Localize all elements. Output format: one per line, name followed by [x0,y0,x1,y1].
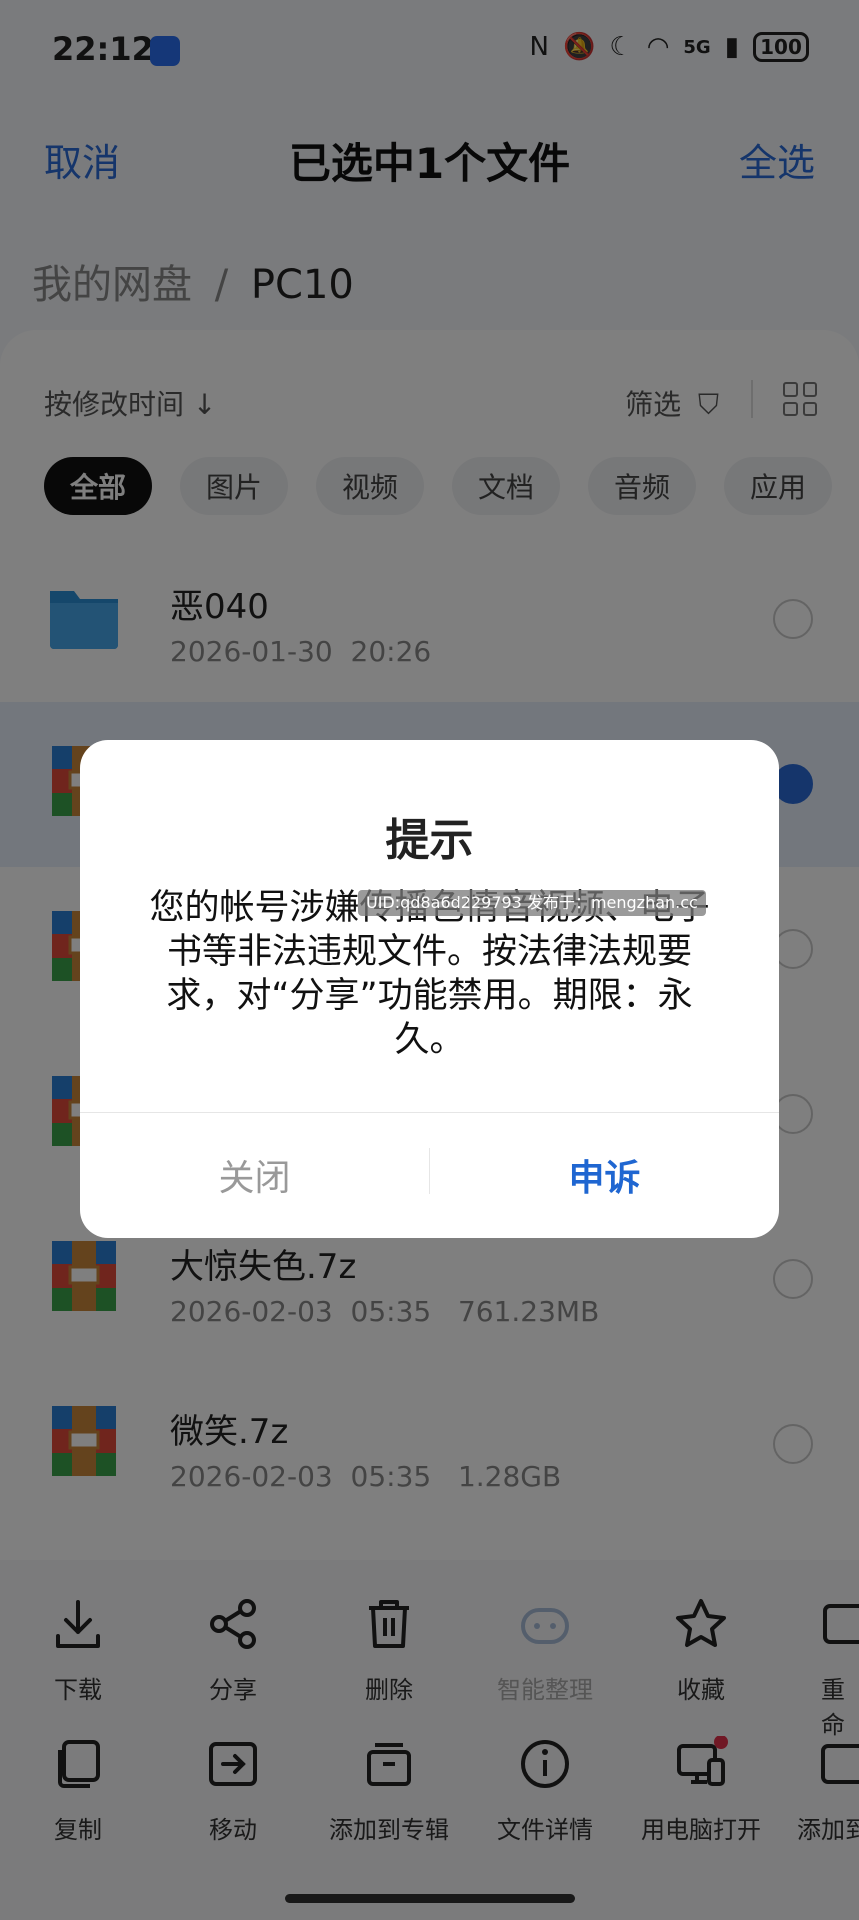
alert-dialog: 提示 您的帐号涉嫌传播色情音视频、电子书等非法违规文件。按法律法规要求，对“分享… [80,740,779,1238]
watermark: UID:qd8a6d229793 发布于：mengzhan.cc [358,890,706,916]
close-button[interactable]: 关闭 [80,1112,429,1238]
dialog-title: 提示 [385,815,474,866]
appeal-button[interactable]: 申诉 [430,1112,779,1238]
